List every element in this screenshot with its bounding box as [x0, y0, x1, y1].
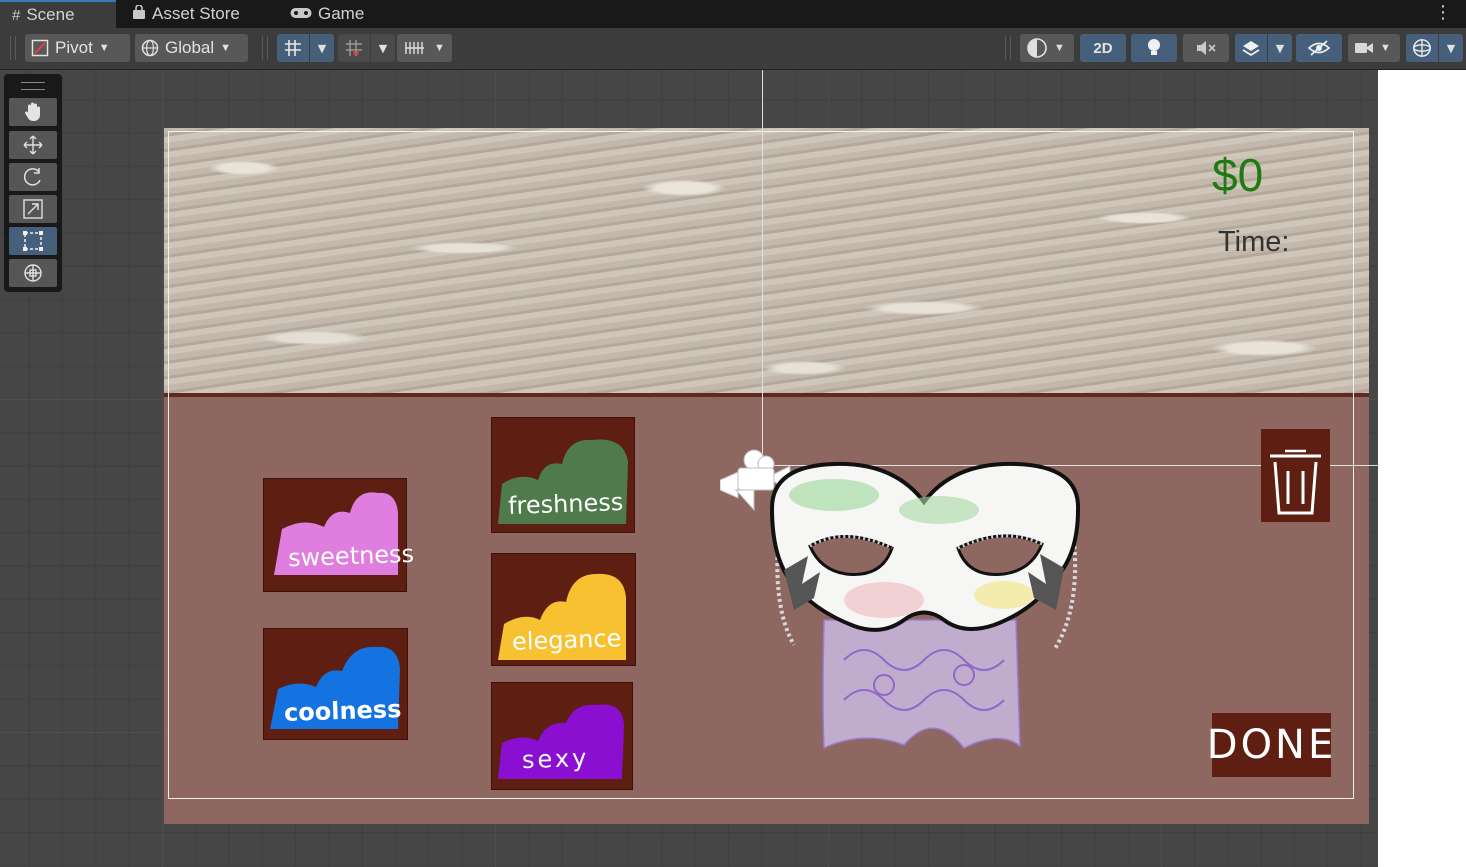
tab-asset-store[interactable]: Asset Store	[132, 0, 240, 28]
grid-snap-icon	[285, 40, 301, 56]
hand-tool-icon	[25, 102, 40, 121]
editor-tab-bar: # Scene Asset Store Game ⋮	[0, 0, 1466, 28]
global-dropdown[interactable]: Global ▼	[135, 34, 248, 62]
masquerade-mask	[764, 460, 1086, 764]
done-button[interactable]: DONE	[1207, 713, 1333, 777]
lighting-toggle[interactable]	[1131, 34, 1177, 62]
move-tool-button[interactable]	[9, 131, 57, 159]
paint-blob-shape	[498, 704, 624, 779]
transform-tool-icon	[24, 264, 42, 282]
effects-layers-icon	[1242, 41, 1260, 57]
speaker-muted-icon	[1197, 41, 1216, 55]
lightbulb-icon	[1148, 39, 1160, 55]
flavor-button-sexy[interactable]: sexy	[491, 682, 633, 790]
increment-snap-menu[interactable]: ▼	[371, 34, 395, 62]
scale-tool-icon	[23, 199, 43, 219]
camera-dropdown[interactable]: ▼	[1348, 34, 1400, 62]
flavor-label: freshness	[507, 487, 624, 521]
mask-illustration	[769, 461, 1081, 750]
palette-handle[interactable]	[21, 82, 45, 90]
rotate-tool-button[interactable]	[9, 163, 57, 191]
pivot-dropdown[interactable]: Pivot ▼	[25, 34, 130, 62]
toolbar-grip	[262, 36, 268, 60]
camera-guide-vertical	[762, 70, 763, 466]
global-label: Global	[165, 38, 215, 57]
grid-visibility-dropdown[interactable]: ▼	[397, 34, 452, 62]
toolbar-grip	[10, 36, 16, 60]
mode-2d-toggle[interactable]: 2D	[1080, 34, 1126, 62]
tab-scene-label: Scene	[26, 5, 75, 24]
chevron-down-icon: ▼	[317, 41, 327, 55]
flavor-label: elegance	[511, 624, 622, 656]
effects-menu[interactable]: ▼	[1268, 34, 1292, 62]
eye-slash-icon	[1307, 40, 1331, 56]
gamepad-icon	[290, 6, 312, 23]
scene-toolbar: Pivot ▼ Global ▼ ▼ ▼ ▼ ▼ 2D ▼ ▼ ▼	[0, 28, 1466, 70]
trash-can-icon	[1270, 449, 1321, 515]
hand-tool-button[interactable]	[9, 98, 57, 126]
tab-game[interactable]: Game	[290, 0, 364, 28]
increment-snap-button[interactable]	[338, 34, 370, 62]
snap-magnet-icon	[346, 40, 362, 56]
toolbar-grip	[1005, 36, 1011, 60]
chevron-down-icon: ▼	[434, 42, 445, 54]
paint-blob-shape	[274, 492, 398, 575]
more-options-icon[interactable]: ⋮	[1434, 4, 1452, 22]
rect-tool-icon	[23, 231, 43, 251]
rotate-tool-icon	[23, 168, 41, 186]
grid-hash-icon: #	[12, 6, 21, 24]
chevron-down-icon: ▼	[378, 41, 388, 55]
pivot-icon	[31, 39, 49, 57]
draw-mode-dropdown[interactable]: ▼	[1020, 34, 1074, 62]
tab-scene[interactable]: # Scene	[0, 0, 116, 28]
money-display: $0	[1212, 149, 1264, 201]
move-tool-icon	[23, 135, 43, 155]
grid-ruler-icon	[405, 42, 425, 54]
effects-toggle[interactable]	[1235, 34, 1267, 62]
pivot-label: Pivot	[55, 38, 93, 57]
flavor-label: coolness	[283, 694, 402, 728]
time-label: Time:	[1218, 226, 1290, 258]
chevron-down-icon: ▼	[98, 42, 110, 54]
gizmo-globe-icon	[1413, 39, 1431, 57]
chevron-down-icon: ▼	[1275, 41, 1285, 55]
mode-2d-label: 2D	[1093, 39, 1113, 57]
rect-tool-button[interactable]	[9, 227, 57, 255]
tool-palette	[4, 74, 62, 292]
tab-game-label: Game	[318, 4, 365, 23]
gizmos-menu[interactable]: ▼	[1439, 34, 1463, 62]
chevron-down-icon: ▼	[1380, 42, 1391, 54]
gizmos-toggle[interactable]	[1406, 34, 1438, 62]
chevron-down-icon: ▼	[220, 42, 232, 54]
done-label: DONE	[1206, 722, 1337, 768]
audio-toggle[interactable]	[1183, 34, 1229, 62]
scale-tool-button[interactable]	[9, 195, 57, 223]
flavor-button-freshness[interactable]: freshness	[491, 417, 635, 533]
grid-snap-menu[interactable]: ▼	[310, 34, 334, 62]
globe-icon	[141, 39, 159, 57]
flavor-button-coolness[interactable]: coolness	[263, 628, 408, 740]
shading-sphere-icon	[1027, 38, 1047, 58]
flavor-label: sexy	[521, 743, 590, 775]
tab-asset-store-label: Asset Store	[152, 4, 240, 23]
offscreen-white-area	[1378, 70, 1466, 867]
scene-visibility-toggle[interactable]	[1296, 34, 1342, 62]
flavor-button-sweetness[interactable]: sweetness	[263, 478, 415, 592]
trash-button[interactable]	[1261, 429, 1330, 522]
transform-tool-button[interactable]	[9, 259, 57, 287]
video-camera-icon	[1355, 43, 1373, 53]
chevron-down-icon: ▼	[1054, 42, 1065, 54]
flavor-label: sweetness	[287, 539, 415, 573]
flavor-button-elegance[interactable]: elegance	[491, 553, 636, 666]
store-bag-icon	[132, 3, 146, 24]
grid-snap-button[interactable]	[277, 34, 309, 62]
chevron-down-icon: ▼	[1446, 41, 1456, 55]
